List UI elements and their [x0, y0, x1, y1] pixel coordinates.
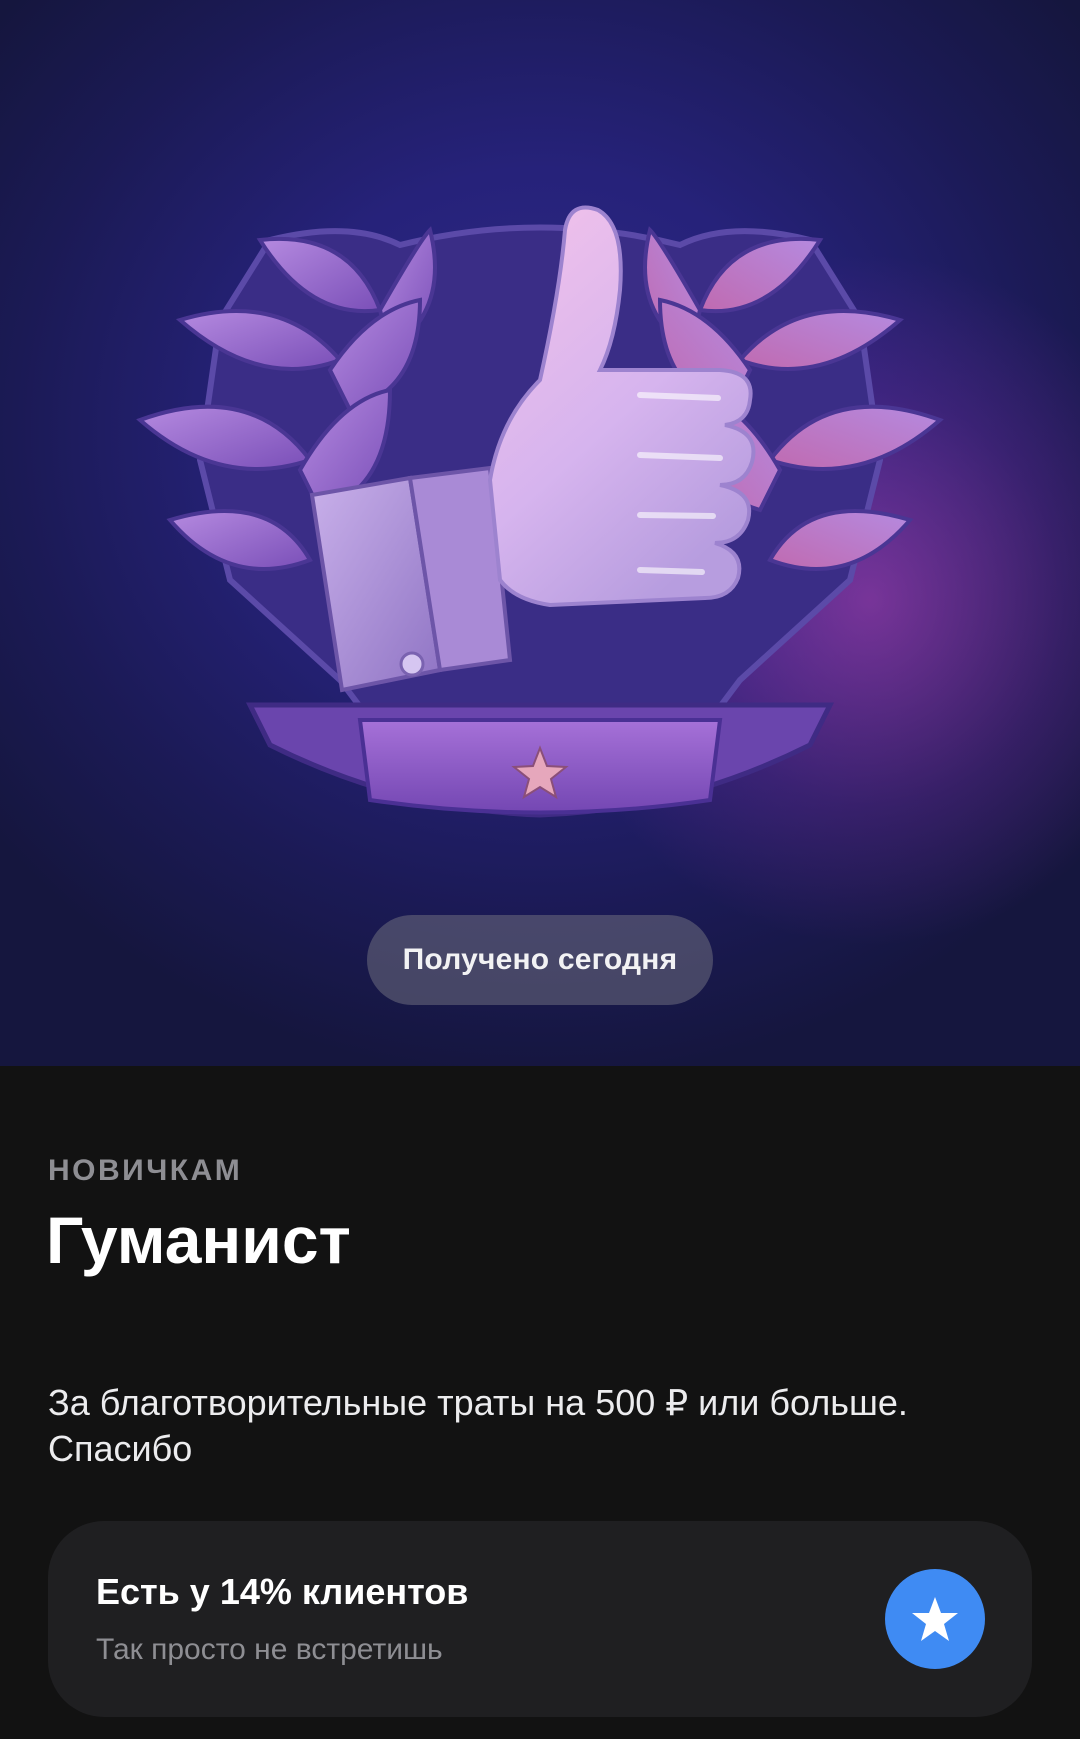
rarity-title: Есть у 14% клиентов [96, 1571, 469, 1612]
badge-description: За благотворительные траты на 500 ₽ или … [48, 1382, 908, 1469]
rarity-subtitle: Так просто не встретишь [96, 1633, 443, 1666]
thumbs-up-emblem-icon [136, 205, 944, 818]
badge-details: НОВИЧКАМ Гуманист За благотворительные т… [0, 1066, 1080, 1739]
rarity-card[interactable]: Есть у 14% клиентов Так просто не встрет… [48, 1521, 1032, 1717]
badge-title: Гуманист [46, 1203, 351, 1277]
star-icon [885, 1569, 985, 1669]
badge-category: НОВИЧКАМ [48, 1154, 243, 1187]
badge-hero: Получено сегодня [0, 0, 1080, 1066]
received-today-badge: Получено сегодня [367, 915, 713, 1005]
